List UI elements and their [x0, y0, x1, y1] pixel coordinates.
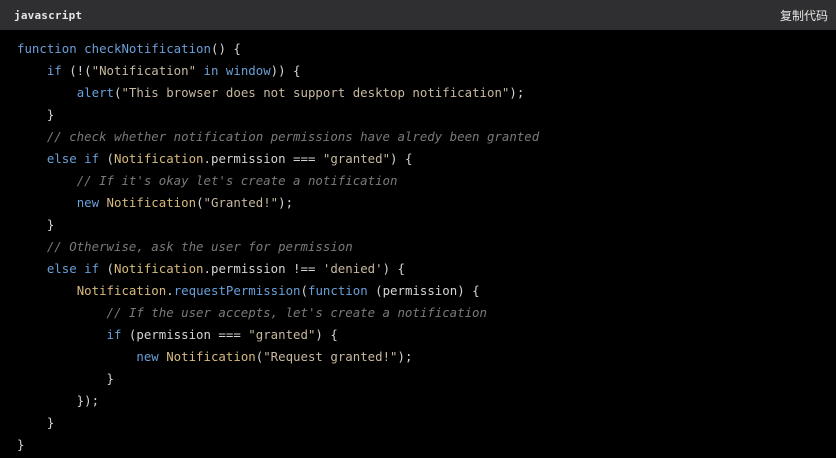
keyword-token: in — [203, 63, 219, 78]
plain-token: )) { — [270, 63, 301, 78]
keyword-token: new — [76, 195, 100, 210]
code-line: alert("This browser does not support des… — [17, 82, 836, 104]
code-line: // If the user accepts, let's create a n… — [17, 302, 836, 324]
function-token: checkNotification — [84, 41, 211, 56]
string-token: "This browser does not support desktop n… — [121, 85, 510, 100]
code-line: new Notification("Request granted!"); — [17, 346, 836, 368]
plain-token: (permission === — [121, 327, 249, 342]
code-block: javascript 复制代码 function checkNotificati… — [0, 0, 836, 458]
keyword-token: window — [225, 63, 271, 78]
class-token: Notification — [106, 195, 197, 210]
plain-token: } — [17, 371, 114, 386]
plain-token: () { — [210, 41, 241, 56]
copy-code-button[interactable]: 复制代码 — [780, 7, 828, 24]
function-token: alert — [76, 85, 114, 100]
plain-token: } — [17, 437, 25, 452]
plain-token: ( — [99, 261, 114, 276]
code-line: }); — [17, 390, 836, 412]
plain-token: ) { — [315, 327, 338, 342]
comment-token: // If it's okay let's create a notificat… — [76, 173, 398, 188]
code-line: } — [17, 412, 836, 434]
plain-token: ); — [509, 85, 525, 100]
code-line: } — [17, 214, 836, 236]
plain-token: permission !== — [210, 261, 323, 276]
string-token: 'denied' — [322, 261, 383, 276]
string-token: "Granted!" — [203, 195, 279, 210]
code-body: function checkNotification() { if (!("No… — [0, 30, 836, 456]
class-token: Notification — [113, 261, 204, 276]
plain-token: ); — [278, 195, 294, 210]
comment-token: // If the user accepts, let's create a n… — [106, 305, 487, 320]
plain-token: ( — [196, 195, 204, 210]
code-line: Notification.requestPermission(function … — [17, 280, 836, 302]
code-line: if (!("Notification" in window)) { — [17, 60, 836, 82]
keyword-token: else if — [46, 151, 100, 166]
code-line: if (permission === "granted") { — [17, 324, 836, 346]
plain-token: ( — [300, 283, 308, 298]
plain-token: ) { — [390, 151, 413, 166]
string-token: "Notification" — [91, 63, 197, 78]
keyword-token: if — [46, 63, 62, 78]
plain-token: ); — [397, 349, 413, 364]
language-label: javascript — [14, 8, 83, 22]
code-line: // If it's okay let's create a notificat… — [17, 170, 836, 192]
plain-token: ( — [99, 151, 114, 166]
plain-token: . — [203, 261, 211, 276]
code-line: else if (Notification.permission === "gr… — [17, 148, 836, 170]
class-token: Notification — [76, 283, 167, 298]
code-line: // Otherwise, ask the user for permissio… — [17, 236, 836, 258]
plain-token: (!( — [61, 63, 92, 78]
string-token: "granted" — [248, 327, 316, 342]
function-token: requestPermission — [173, 283, 301, 298]
plain-token: permission === — [210, 151, 323, 166]
code-line: else if (Notification.permission !== 'de… — [17, 258, 836, 280]
plain-token: } — [17, 107, 55, 122]
code-line: } — [17, 434, 836, 456]
plain-token: } — [17, 415, 55, 430]
class-token: Notification — [166, 349, 256, 364]
keyword-token: new — [136, 349, 159, 364]
string-token: "granted" — [322, 151, 391, 166]
plain-token: . — [203, 151, 211, 166]
comment-token: // Otherwise, ask the user for permissio… — [46, 239, 353, 254]
keyword-token: else if — [46, 261, 100, 276]
comment-token: // check whether notification permission… — [46, 129, 540, 144]
code-line: new Notification("Granted!"); — [17, 192, 836, 214]
plain-token: } — [17, 217, 55, 232]
class-token: Notification — [113, 151, 204, 166]
keyword-token: function — [307, 283, 368, 298]
plain-token: (permission) { — [367, 283, 480, 298]
code-line: // check whether notification permission… — [17, 126, 836, 148]
keyword-token: if — [106, 327, 122, 342]
code-line: function checkNotification() { — [17, 38, 836, 60]
code-line: } — [17, 104, 836, 126]
code-line: } — [17, 368, 836, 390]
plain-token: ) { — [382, 261, 405, 276]
code-block-header: javascript 复制代码 — [0, 0, 836, 30]
plain-token: }); — [17, 393, 100, 408]
keyword-token: function — [17, 41, 77, 56]
string-token: "Request granted!" — [263, 349, 398, 364]
plain-token: . — [166, 283, 174, 298]
